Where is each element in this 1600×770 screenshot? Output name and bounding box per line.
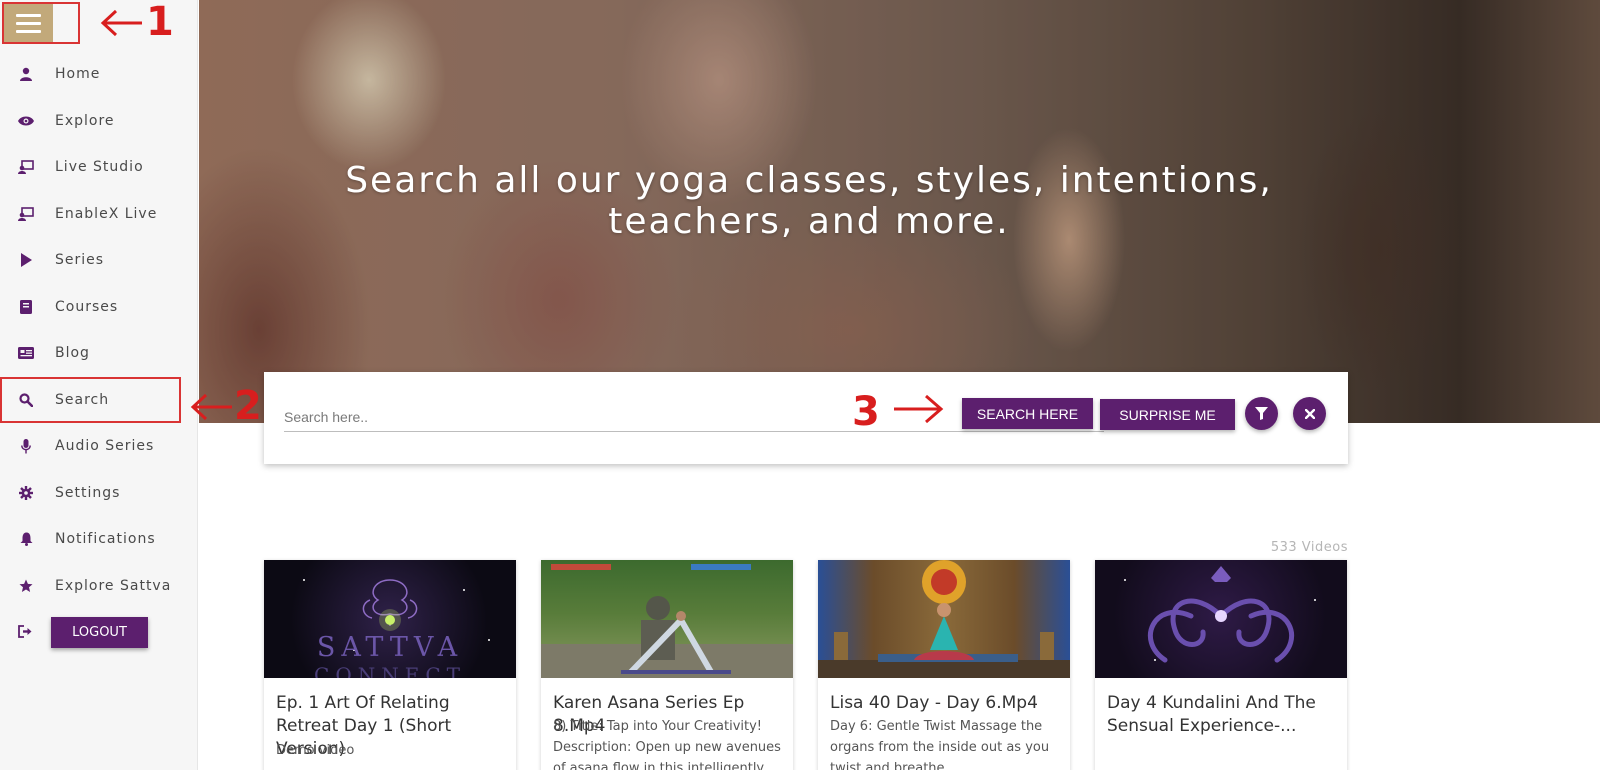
thumb-logo-text: SATTVA: [316, 632, 464, 663]
video-thumbnail: [1095, 560, 1347, 678]
filter-icon: [1255, 407, 1268, 420]
sidebar: Home Explore Live Studio EnableX Live Se…: [0, 0, 198, 770]
logout-row: LOGOUT: [0, 617, 198, 649]
video-thumbnail: [818, 560, 1070, 678]
menu-toggle-highlight: [2, 2, 80, 44]
sidebar-item-live-studio[interactable]: Live Studio: [0, 144, 198, 191]
kundalini-logo-icon: [1124, 566, 1316, 663]
video-description: Day 6: Gentle Twist Massage the organs f…: [830, 719, 1050, 770]
sidebar-item-courses[interactable]: Courses: [0, 284, 198, 331]
sidebar-item-label: Explore: [55, 112, 115, 129]
sidebar-item-audio-series[interactable]: Audio Series: [0, 423, 198, 470]
search-here-button[interactable]: SEARCH HERE: [962, 398, 1093, 429]
close-icon: [1304, 408, 1315, 419]
sidebar-item-enablex-live[interactable]: EnableX Live: [0, 191, 198, 238]
sidebar-item-label: Settings: [55, 484, 121, 501]
sidebar-item-label: Search: [55, 391, 110, 408]
sidebar-item-label: Home: [55, 66, 101, 83]
annotation-arrow-3-icon: [894, 394, 944, 424]
thumb-logo-subtext: CONNECT: [314, 663, 466, 678]
clear-button[interactable]: [1293, 397, 1326, 430]
video-card[interactable]: SATTVA CONNECT Ep. 1 Art Of Relating Ret…: [264, 560, 516, 770]
live-studio-icon: [18, 159, 34, 175]
search-card: 3 SEARCH HERE SURPRISE ME: [264, 372, 1348, 464]
sidebar-item-notifications[interactable]: Notifications: [0, 516, 198, 563]
sidebar-item-label: Explore Sattva: [55, 577, 172, 594]
sidebar-item-explore[interactable]: Explore: [0, 98, 198, 145]
hero-banner: Search all our yoga classes, styles, int…: [199, 0, 1600, 423]
sidebar-item-home[interactable]: Home: [0, 51, 198, 98]
sign-out-icon: [18, 625, 33, 643]
search-icon: [18, 392, 34, 408]
bell-icon: [18, 531, 34, 547]
sidebar-nav: Home Explore Live Studio EnableX Live Se…: [0, 51, 198, 609]
video-description: Demo video: [276, 743, 355, 758]
sidebar-item-search[interactable]: Search: [0, 376, 181, 423]
video-count: 533 Videos: [1270, 540, 1348, 555]
sidebar-item-label: Audio Series: [55, 438, 155, 455]
video-card[interactable]: Lisa 40 Day - Day 6.Mp4 Day 6: Gentle Tw…: [818, 560, 1070, 770]
annotation-label-3: 3: [852, 389, 880, 435]
live-studio-icon: [18, 206, 34, 222]
annotation-arrow-1-icon: [100, 9, 142, 37]
book-icon: [18, 299, 34, 315]
annotation-label-2: 2: [234, 383, 262, 429]
annotation-arrow-2-icon: [190, 393, 232, 421]
video-description: 8) Title: Tap into Your Creativity! Desc…: [553, 719, 781, 770]
hamburger-icon: [16, 13, 41, 17]
app-root: { "sidebar": { "items": [ {"label": "Hom…: [0, 0, 1600, 770]
sidebar-item-label: Blog: [55, 345, 90, 362]
eye-icon: [18, 113, 34, 129]
annotation-label-1: 1: [146, 0, 174, 45]
sidebar-item-label: EnableX Live: [55, 205, 158, 222]
sidebar-item-label: Courses: [55, 298, 119, 315]
sidebar-item-series[interactable]: Series: [0, 237, 198, 284]
gear-icon: [18, 485, 34, 501]
hero-title: Search all our yoga classes, styles, int…: [345, 160, 1273, 242]
hamburger-menu-button[interactable]: [4, 4, 53, 42]
sidebar-item-explore-sattva[interactable]: Explore Sattva: [0, 563, 198, 610]
video-card-list: SATTVA CONNECT Ep. 1 Art Of Relating Ret…: [264, 560, 1348, 770]
microphone-icon: [18, 438, 34, 454]
video-card[interactable]: Day 4 Kundalini And The Sensual Experien…: [1095, 560, 1347, 770]
video-thumbnail: [541, 560, 793, 678]
yoga-pose-image-icon: [541, 564, 793, 678]
sidebar-item-label: Series: [55, 252, 105, 269]
user-icon: [18, 66, 34, 82]
video-title: Lisa 40 Day - Day 6.Mp4: [830, 693, 1038, 713]
logout-button[interactable]: LOGOUT: [51, 617, 148, 648]
video-card[interactable]: Karen Asana Series Ep 8.Mp4 8) Title: Ta…: [541, 560, 793, 770]
meditation-image-icon: [818, 560, 1070, 678]
star-icon: [18, 578, 34, 594]
play-icon: [18, 252, 34, 268]
sidebar-item-blog[interactable]: Blog: [0, 330, 198, 377]
sidebar-item-label: Notifications: [55, 531, 156, 548]
newspaper-icon: [18, 345, 34, 361]
filter-button[interactable]: [1245, 397, 1278, 430]
sidebar-item-settings[interactable]: Settings: [0, 470, 198, 517]
video-title: Day 4 Kundalini And The Sensual Experien…: [1107, 693, 1316, 736]
surprise-me-button[interactable]: SURPRISE ME: [1100, 399, 1235, 430]
video-thumbnail: SATTVA CONNECT: [264, 560, 516, 678]
sidebar-item-label: Live Studio: [55, 159, 144, 176]
